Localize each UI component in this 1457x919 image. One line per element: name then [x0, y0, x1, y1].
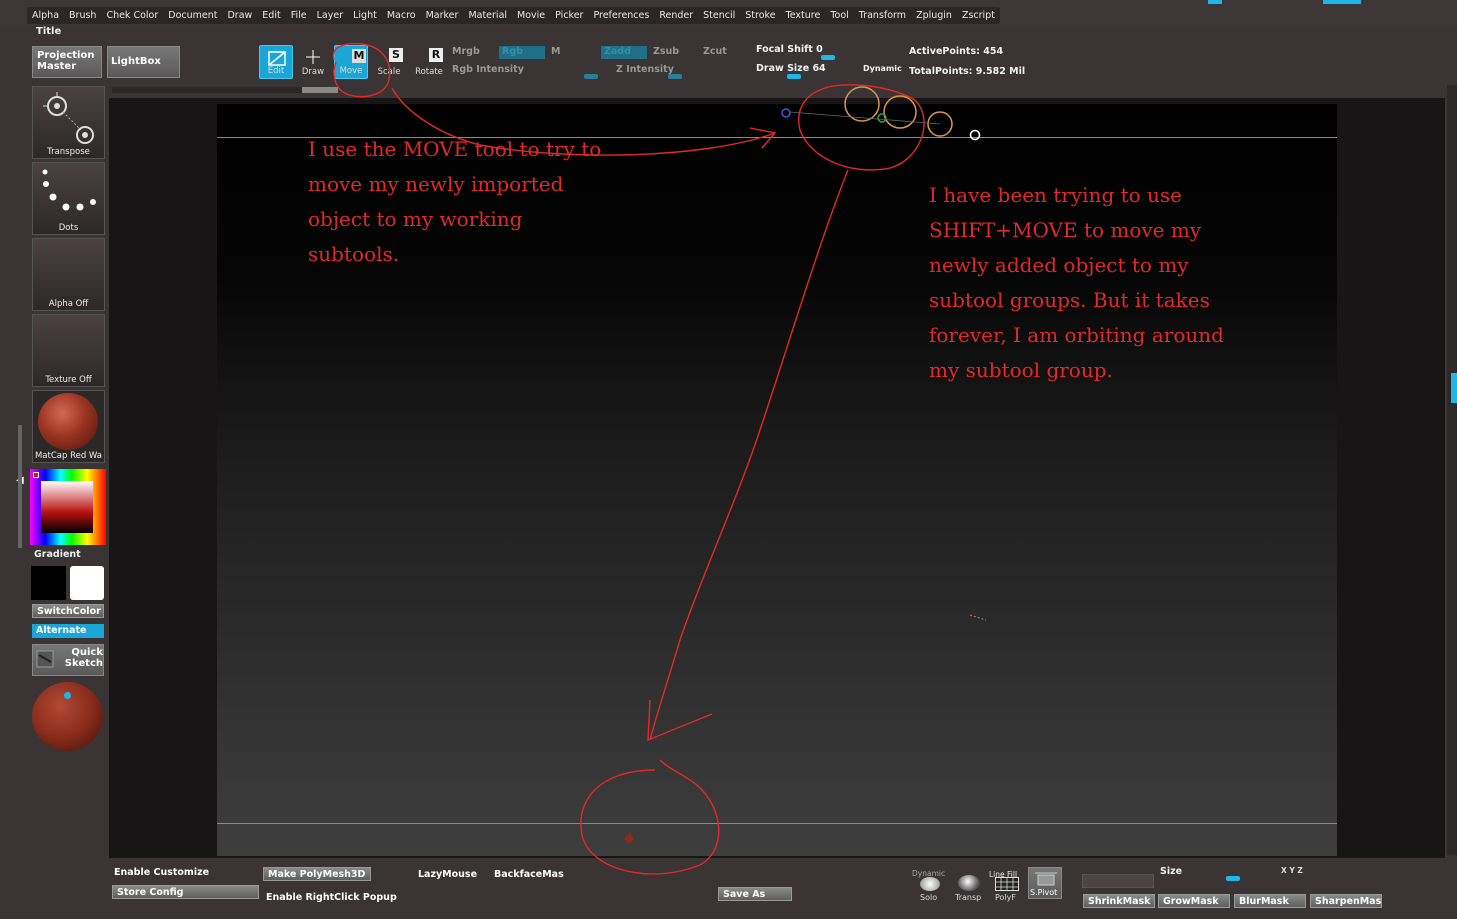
arrow-to-gizmo-head: [749, 127, 777, 149]
annotation-right-line: my subtool group.: [929, 358, 1113, 382]
arrow-to-object-head: [647, 699, 713, 742]
save-as-button[interactable]: Save As: [718, 887, 792, 901]
annotation-left-line: subtools.: [308, 242, 400, 266]
disabled-mask-button: [1082, 874, 1154, 888]
tiny-mark: [969, 614, 987, 621]
sharpenmask-button[interactable]: SharpenMas: [1310, 894, 1382, 908]
enable-rightclick-popup-button[interactable]: Enable RightClick Popup: [262, 891, 412, 905]
tiny-object: [624, 832, 634, 844]
move-button-circle: [332, 42, 391, 98]
annotation-right-line: forever, I am orbiting around: [929, 323, 1224, 347]
right-tray-blue-tab[interactable]: [1451, 373, 1457, 403]
annotation-right-line: newly added object to my: [929, 253, 1189, 277]
annotation-right: I have been trying to use SHIFT+MOVE to …: [929, 178, 1224, 388]
spivot-label: S.Pivot: [1030, 888, 1058, 897]
size-slider[interactable]: Size: [1160, 866, 1182, 877]
arrow-to-object: [649, 169, 849, 741]
solo-icon[interactable]: [920, 877, 940, 891]
annotation-left-line: move my newly imported: [308, 172, 564, 196]
annotation-right-line: subtool groups. But it takes: [929, 288, 1210, 312]
transp-icon[interactable]: [958, 875, 980, 891]
make-polymesh3d-button[interactable]: Make PolyMesh3D: [263, 867, 371, 881]
annotation-right-line: SHIFT+MOVE to move my: [929, 218, 1202, 242]
shrinkmask-button[interactable]: ShrinkMask: [1083, 894, 1155, 908]
spivot-button[interactable]: S.Pivot: [1028, 867, 1062, 899]
annotation-right-line: I have been trying to use: [929, 183, 1183, 207]
lazymouse-button[interactable]: LazyMouse: [414, 868, 490, 882]
right-tray-strip[interactable]: [1447, 85, 1457, 855]
growmask-button[interactable]: GrowMask: [1158, 894, 1230, 908]
annotation-left-line: object to my working: [308, 207, 523, 231]
annotation-left: I use the MOVE tool to try to move my ne…: [308, 132, 601, 272]
cursor-ring: [969, 129, 981, 141]
store-config-button[interactable]: Store Config: [112, 885, 259, 899]
spivot-icon: [1035, 872, 1057, 886]
polyf-icon[interactable]: [995, 877, 1019, 891]
blurmask-button[interactable]: BlurMask: [1234, 894, 1306, 908]
backface-mask-button[interactable]: BackfaceMas: [490, 868, 566, 882]
object-circle: [580, 759, 720, 875]
gizmo-ring-1: [844, 86, 880, 122]
gizmo-blue-dot: [781, 108, 791, 118]
polyf-label: PolyF: [995, 893, 1016, 902]
annotation-left-line: I use the MOVE tool to try to: [308, 137, 602, 161]
solo-label: Solo: [920, 893, 938, 902]
size-knob[interactable]: [1226, 876, 1240, 881]
xyz-label: X Y Z: [1281, 866, 1303, 875]
annotation-overlay: [332, 42, 987, 875]
transp-label: Transp: [955, 893, 982, 902]
gizmo-ring-2: [883, 95, 917, 129]
enable-customize-button[interactable]: Enable Customize: [110, 866, 260, 880]
